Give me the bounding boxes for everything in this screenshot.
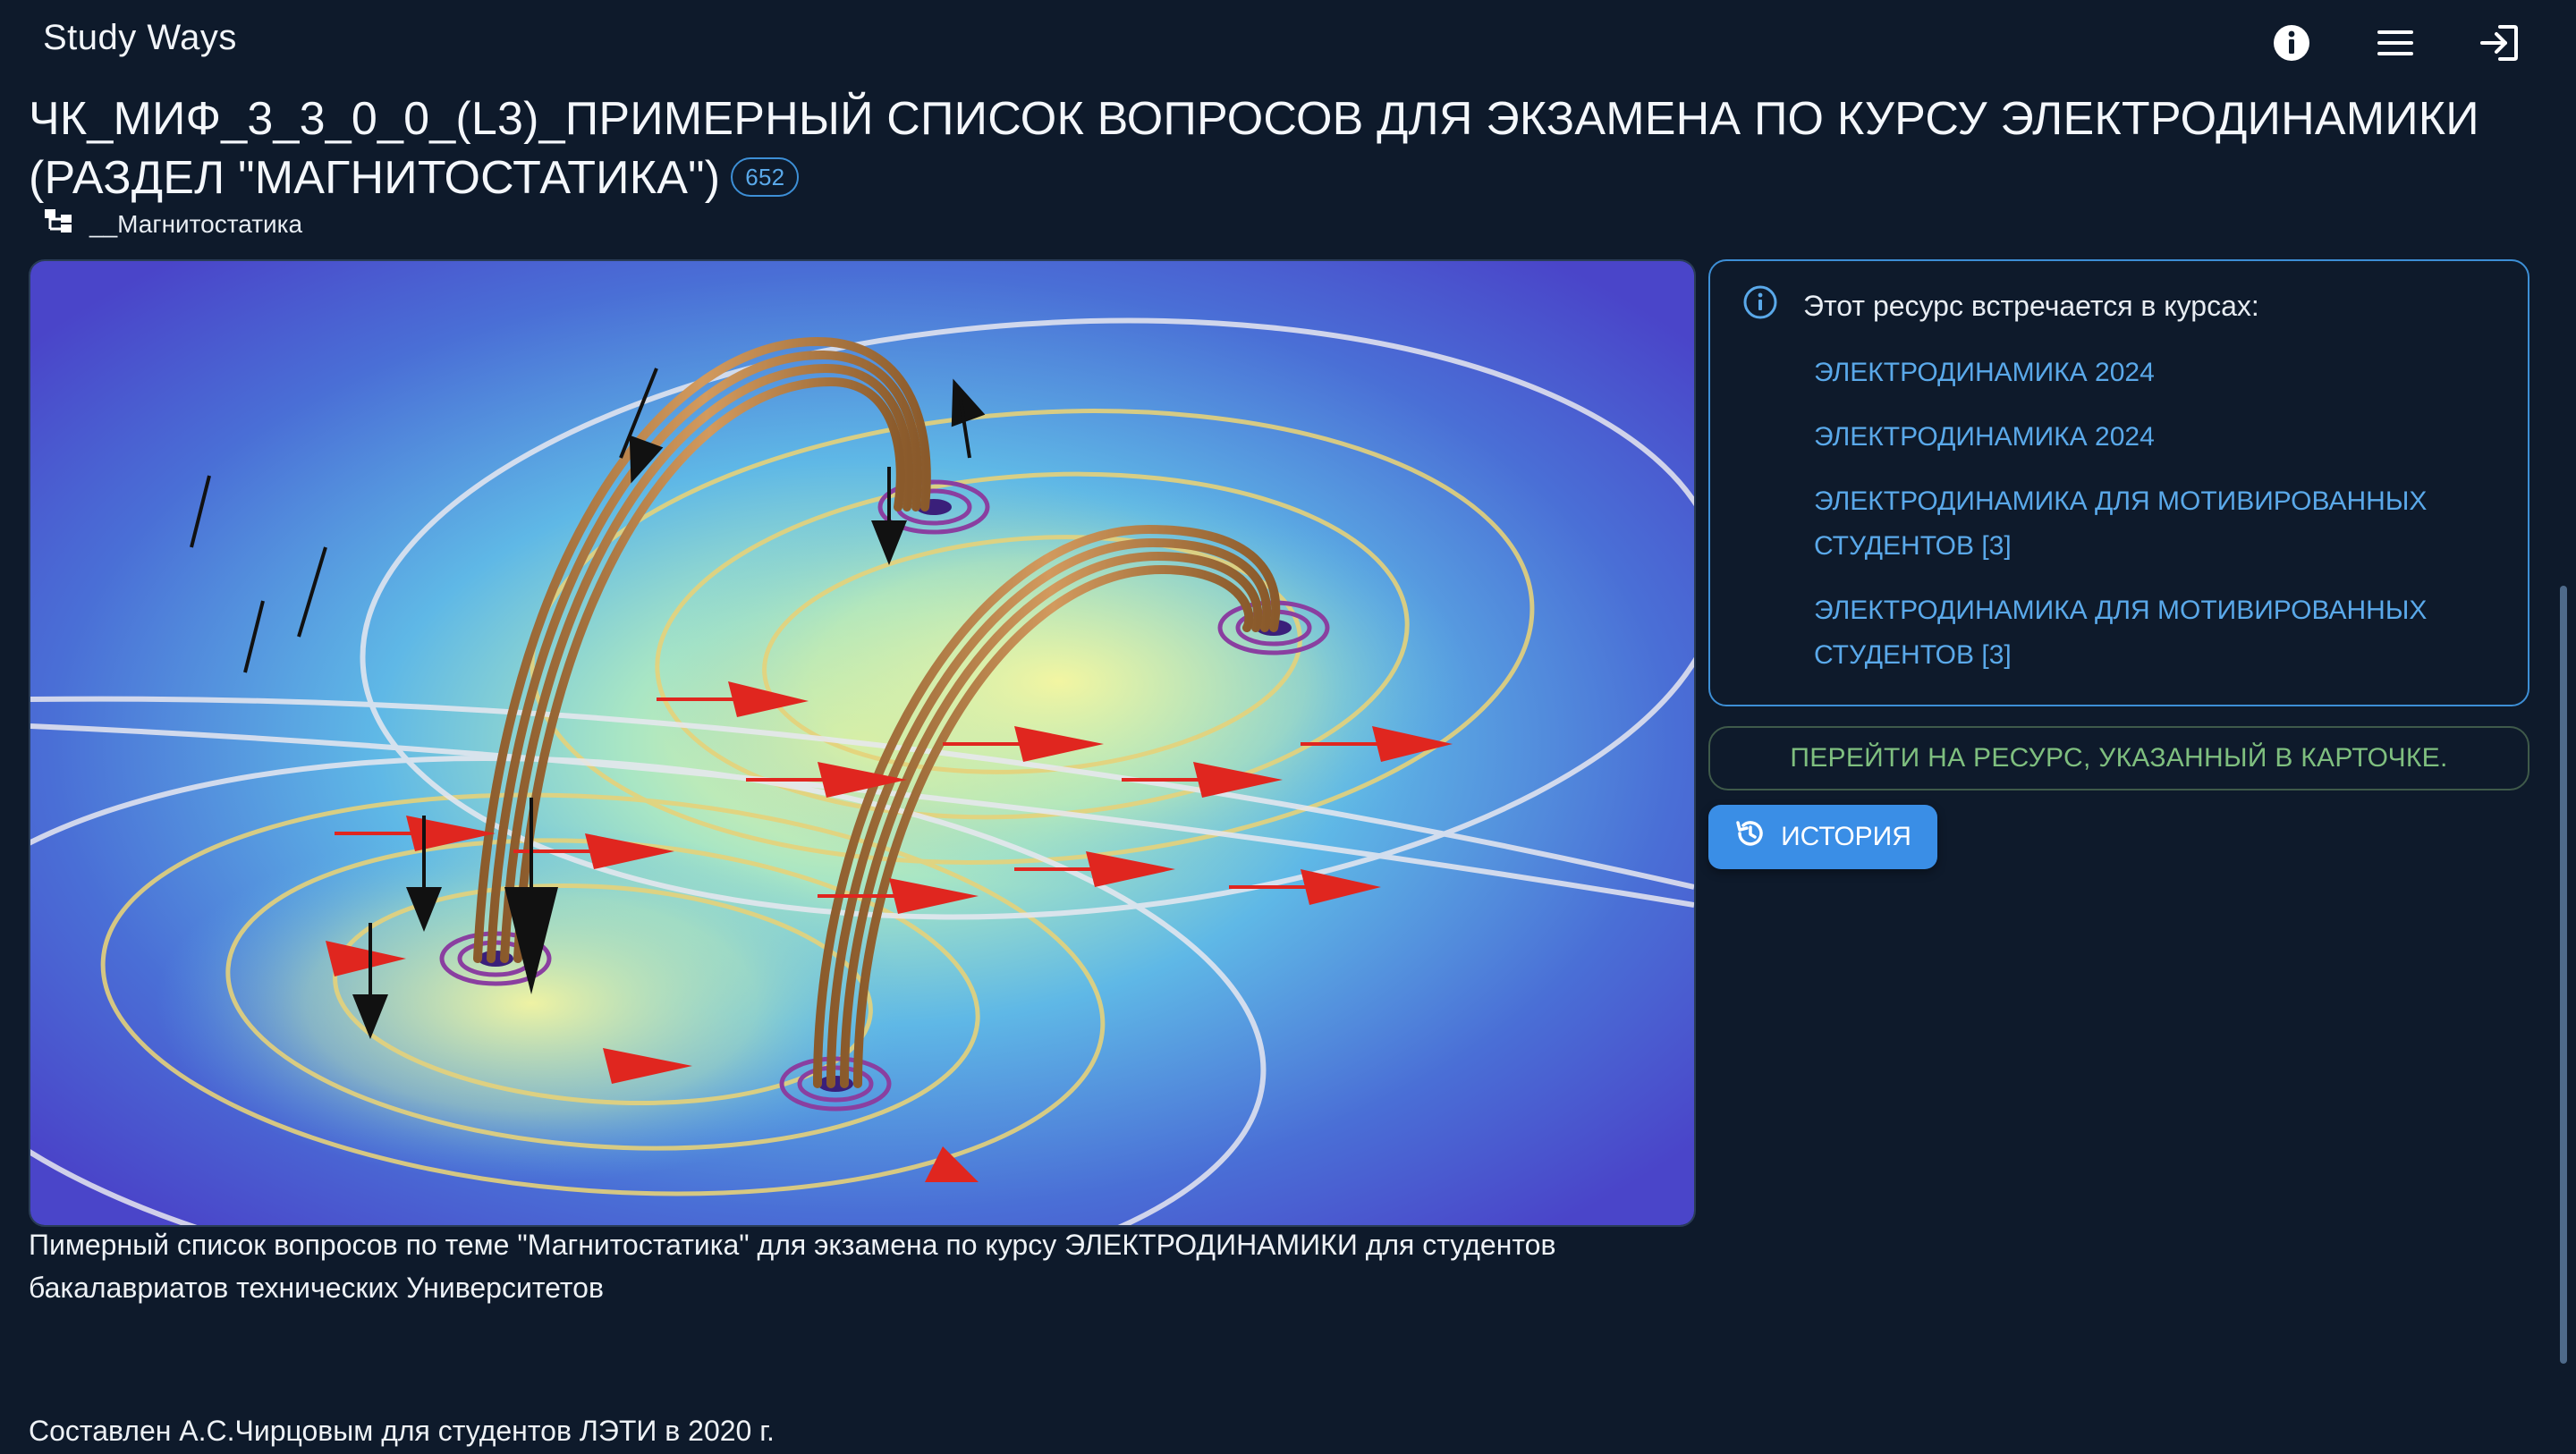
brand-logo[interactable]: Study Ways bbox=[43, 18, 237, 58]
course-link[interactable]: ЭЛЕКТРОДИНАМИКА 2024 bbox=[1814, 351, 2494, 395]
info-icon[interactable] bbox=[2268, 20, 2315, 66]
course-link[interactable]: ЭЛЕКТРОДИНАМИКА 2024 bbox=[1814, 415, 2494, 460]
course-link[interactable]: ЭЛЕКТРОДИНАМИКА ДЛЯ МОТИВИРОВАННЫХ СТУДЕ… bbox=[1814, 479, 2494, 569]
hierarchy-icon bbox=[43, 207, 73, 241]
resource-description: Пимерный список вопросов по теме "Магнит… bbox=[29, 1229, 1556, 1304]
page-title: ЧК_МИФ_3_3_0_0_(L3)_ПРИМЕРНЫЙ СПИСОК ВОП… bbox=[29, 89, 2533, 207]
login-icon[interactable] bbox=[2476, 20, 2522, 66]
resource-author: Составлен А.С.Чирцовым для студентов ЛЭТ… bbox=[29, 1415, 775, 1447]
courses-header: Этот ресурс встречается в курсах: bbox=[1742, 284, 2259, 327]
history-button[interactable]: ИСТОРИЯ bbox=[1708, 805, 1937, 869]
courses-heading: Этот ресурс встречается в курсах: bbox=[1803, 289, 2259, 322]
history-label: ИСТОРИЯ bbox=[1781, 822, 1911, 851]
count-badge: 652 bbox=[731, 157, 800, 198]
courses-card: Этот ресурс встречается в курсах: ЭЛЕКТР… bbox=[1708, 259, 2529, 706]
breadcrumb-label: __Магнитостатика bbox=[89, 209, 303, 238]
breadcrumb[interactable]: __Магнитостатика bbox=[43, 207, 302, 241]
page-scrollbar[interactable] bbox=[2560, 586, 2567, 1364]
course-link[interactable]: ЭЛЕКТРОДИНАМИКА ДЛЯ МОТИВИРОВАННЫХ СТУДЕ… bbox=[1814, 588, 2494, 678]
history-icon bbox=[1734, 817, 1767, 857]
top-icons bbox=[2268, 20, 2522, 66]
goto-resource-button[interactable]: ПЕРЕЙТИ НА РЕСУРС, УКАЗАННЫЙ В КАРТОЧКЕ. bbox=[1708, 726, 2529, 790]
info-outline-icon bbox=[1742, 284, 1778, 327]
resource-image bbox=[29, 259, 1696, 1227]
menu-icon[interactable] bbox=[2372, 20, 2419, 66]
top-bar: Study Ways bbox=[0, 0, 2576, 86]
page-title-text: ЧК_МИФ_3_3_0_0_(L3)_ПРИМЕРНЫЙ СПИСОК ВОП… bbox=[29, 93, 2479, 204]
course-list: ЭЛЕКТРОДИНАМИКА 2024 ЭЛЕКТРОДИНАМИКА 202… bbox=[1814, 351, 2494, 697]
